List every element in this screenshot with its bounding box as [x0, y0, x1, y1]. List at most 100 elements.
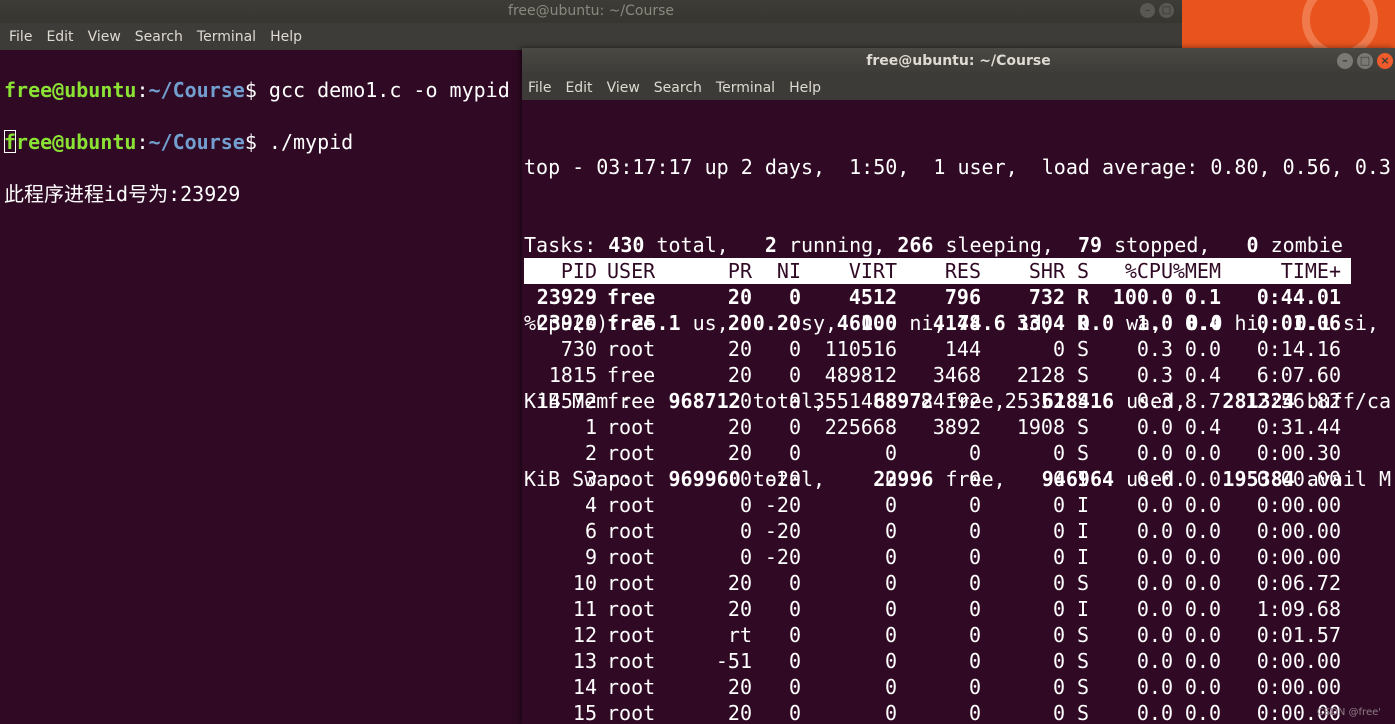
program-output: 此程序进程id号为:23929 [4, 182, 241, 206]
col-shr: 0 [1052, 623, 1065, 647]
menu-view[interactable]: View [607, 80, 640, 96]
tasks-sleeping-label: sleeping, [933, 233, 1078, 257]
col-mem: 0.0 [1184, 545, 1221, 569]
table-row[interactable]: 12 root rt 0 0 0 0 S 0.0 0.0 0:01.57 [524, 622, 1351, 648]
col-pid: 12 [572, 623, 597, 647]
col-mem-header[interactable]: %MEM [1173, 258, 1221, 284]
menu-terminal[interactable]: Terminal [716, 80, 775, 96]
col-time-header[interactable]: TIME+ [1281, 258, 1341, 284]
col-pr: 20 [727, 285, 752, 309]
col-s: S [1077, 571, 1090, 595]
menu-search[interactable]: Search [135, 29, 183, 45]
col-pr-header[interactable]: PR [728, 258, 752, 284]
col-pr: 0 [739, 519, 752, 543]
menu-search[interactable]: Search [654, 80, 702, 96]
col-ni-header[interactable]: NI [777, 258, 801, 284]
col-user: root [607, 441, 656, 465]
front-window-title: free@ubuntu: ~/Course [866, 53, 1051, 69]
menu-file[interactable]: File [9, 29, 32, 45]
col-res: 84192 [920, 389, 981, 413]
col-res: 0 [968, 675, 981, 699]
col-res-header[interactable]: RES [945, 258, 981, 284]
top-output[interactable]: top - 03:17:17 up 2 days, 1:50, 1 user, … [524, 102, 1394, 722]
col-res: 0 [968, 545, 981, 569]
col-cpu: 0.0 [1136, 701, 1173, 722]
col-pr: 20 [727, 571, 752, 595]
prompt-user: free@ubuntu [4, 78, 137, 102]
col-user-header[interactable]: USER [607, 258, 655, 284]
table-row[interactable]: 23929 free 20 0 4512 796 732 R 100.0 0.1 0:44.01 [524, 284, 1351, 310]
front-window-titlebar[interactable]: free@ubuntu: ~/Course – □ × [522, 48, 1395, 75]
col-cpu: 0.0 [1136, 571, 1173, 595]
table-row[interactable]: 3 root 0 -20 0 0 0 I 0.0 0.0 0:00.00 [524, 466, 1351, 492]
minimize-icon[interactable]: – [1337, 53, 1353, 69]
col-pid: 10 [572, 571, 597, 595]
col-shr: 2128 [1016, 363, 1065, 387]
col-shr: 25352 [1004, 389, 1065, 413]
table-row[interactable]: 14572 free 20 0 3551488 84192 25352 S 0.3 8.7 12:5… [524, 388, 1351, 414]
col-s: S [1077, 337, 1090, 361]
col-virt: 0 [884, 701, 897, 722]
table-row[interactable]: 10 root 20 0 0 0 0 S 0.0 0.0 0:06.72 [524, 570, 1351, 596]
front-terminal-window[interactable]: free@ubuntu: ~/Course – □ × File Edit View… [522, 48, 1395, 724]
maximize-icon[interactable]: □ [1159, 3, 1174, 18]
table-row[interactable]: 6 root 0 -20 0 0 0 I 0.0 0.0 0:00.00 [524, 518, 1351, 544]
col-res: 0 [968, 519, 981, 543]
col-pid: 1 [584, 415, 597, 439]
prompt-sep: : [136, 130, 149, 154]
col-pid: 11 [572, 597, 597, 621]
table-row[interactable]: 15 root 20 0 0 0 0 S 0.0 0.0 0:00.00 [524, 700, 1351, 722]
col-virt: 0 [884, 545, 897, 569]
col-pid-header[interactable]: PID [561, 258, 597, 284]
col-time: 0:00.00 [1256, 467, 1341, 491]
back-terminal-content[interactable]: free@ubuntu:~/Course$ gcc demo1.c -o myp… [4, 51, 510, 259]
col-user: root [607, 545, 656, 569]
col-virt-header[interactable]: VIRT [849, 258, 897, 284]
minimize-icon[interactable]: – [1140, 3, 1155, 18]
menu-help[interactable]: Help [789, 80, 821, 96]
col-mem: 0.4 [1184, 311, 1221, 335]
menu-terminal[interactable]: Terminal [197, 29, 256, 45]
table-row[interactable]: 14 root 20 0 0 0 0 S 0.0 0.0 0:00.00 [524, 674, 1351, 700]
col-shr-header[interactable]: SHR [1029, 258, 1065, 284]
col-res: 796 [944, 285, 981, 309]
col-pid: 14 [572, 675, 597, 699]
table-row[interactable]: 23920 free 20 0 46100 4148 3304 R 1.0 0.4 0:01.06 [524, 310, 1351, 336]
col-shr: 0 [1052, 571, 1065, 595]
table-row[interactable]: 1 root 20 0 225668 3892 1908 S 0.0 0.4 0:31.44 [524, 414, 1351, 440]
menu-edit[interactable]: Edit [565, 80, 592, 96]
col-mem: 0.0 [1184, 337, 1221, 361]
close-icon[interactable]: × [1377, 53, 1393, 69]
col-virt: 110516 [824, 337, 897, 361]
table-row[interactable]: 730 root 20 0 110516 144 0 S 0.3 0.0 0:14.16 [524, 336, 1351, 362]
col-user: root [607, 649, 656, 673]
menu-file[interactable]: File [528, 80, 551, 96]
col-user: root [607, 701, 656, 722]
col-pid: 1815 [548, 363, 597, 387]
col-pr: 20 [727, 363, 752, 387]
table-row[interactable]: 11 root 20 0 0 0 0 I 0.0 0.0 1:09.68 [524, 596, 1351, 622]
table-row[interactable]: 13 root -51 0 0 0 0 S 0.0 0.0 0:00.00 [524, 648, 1351, 674]
table-row[interactable]: 1815 free 20 0 489812 3468 2128 S 0.3 0.4 6:07.60 [524, 362, 1351, 388]
col-s-header[interactable]: S [1077, 258, 1089, 284]
col-cpu-header[interactable]: %CPU [1125, 258, 1173, 284]
tasks-zombie: 0 [1246, 233, 1259, 257]
col-mem: 0.1 [1184, 285, 1221, 309]
menu-help[interactable]: Help [270, 29, 302, 45]
col-user: root [607, 597, 656, 621]
front-window-menubar: File Edit View Search Terminal Help [522, 75, 1395, 100]
table-row[interactable]: 2 root 20 0 0 0 0 S 0.0 0.0 0:00.30 [524, 440, 1351, 466]
col-ni: -20 [764, 519, 801, 543]
watermark: CSDN @free' [1316, 707, 1381, 718]
menu-edit[interactable]: Edit [46, 29, 73, 45]
maximize-icon[interactable]: □ [1357, 53, 1373, 69]
table-row[interactable]: 4 root 0 -20 0 0 0 I 0.0 0.0 0:00.00 [524, 492, 1351, 518]
col-s: S [1077, 415, 1090, 439]
table-row[interactable]: 9 root 0 -20 0 0 0 I 0.0 0.0 0:00.00 [524, 544, 1351, 570]
col-s: S [1077, 649, 1090, 673]
back-window-titlebar[interactable]: free@ubuntu: ~/Course – □ [0, 0, 1182, 23]
menu-view[interactable]: View [88, 29, 121, 45]
prompt-symbol: $ [244, 78, 269, 102]
col-mem: 0.0 [1184, 493, 1221, 517]
col-pid: 6 [584, 519, 597, 543]
